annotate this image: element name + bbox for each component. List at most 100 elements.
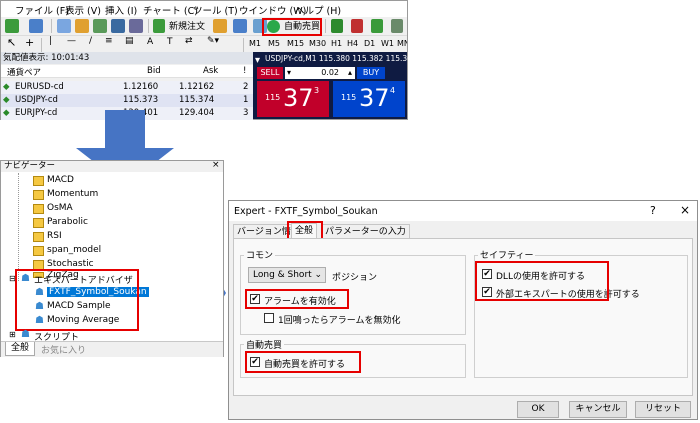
standard-toolbar: 新規注文 自動売買 [1,17,407,36]
sell-price-panel[interactable]: 115 37 3 [257,81,329,117]
row-ask: 115.374 [179,95,215,105]
chevron-down-icon: ⌄ [314,270,322,280]
new-chart-icon[interactable] [5,19,19,33]
close-icon[interactable]: × [212,160,220,170]
indicator-icon [33,232,44,242]
col-ask[interactable]: Ask [203,66,218,76]
horizontal-line-icon[interactable]: — [67,36,76,46]
navigator-icon[interactable] [93,19,107,33]
account-icon[interactable] [233,19,247,33]
data-window-icon[interactable] [75,19,89,33]
tf-h4[interactable]: H4 [347,39,358,48]
tf-d1[interactable]: D1 [364,39,375,48]
channel-icon[interactable]: ≡ [105,36,113,46]
table-row[interactable]: ◆ USDJPY-cd 115.373 115.374 1 [1,94,253,107]
row-symbol: EURUSD-cd [15,82,64,92]
safety-group-label: セイフティー [478,248,536,261]
tf-m15[interactable]: M15 [287,39,304,48]
mt4-main-window: ファイル (F) 表示 (V) 挿入 (I) チャート (C) ツール (T) … [0,0,450,120]
menu-help[interactable]: ヘルプ (H) [295,3,341,17]
nav-indicator-span-model[interactable]: span_model [47,245,101,255]
buy-button[interactable]: BUY [357,67,385,79]
navigator-tabs: 全般 お気に入り [1,341,223,357]
tab-inputs[interactable]: パラメーターの入力 [321,224,410,239]
lot-up-icon[interactable]: ▴ [348,67,352,79]
menu-chart[interactable]: チャート (C) [143,3,198,17]
reset-button[interactable]: リセット [635,401,691,418]
menu-file[interactable]: ファイル (F) [15,3,69,17]
position-label: ポジション [332,273,378,283]
alarm-once-checkbox[interactable] [264,313,274,323]
symbol-icon: ◆ [3,108,10,118]
nav-indicator-momentum[interactable]: Momentum [47,189,98,199]
tf-m1[interactable]: M1 [249,39,261,48]
row-ask: 1.12162 [179,82,215,92]
tf-h1[interactable]: H1 [331,39,342,48]
row-ask: 129.404 [179,108,215,118]
auto-trade-allow-highlight [245,351,361,373]
col-spread[interactable]: ! [243,66,246,76]
row-bid: 115.373 [123,95,159,105]
help-icon[interactable]: ? [650,204,656,217]
menu-insert[interactable]: 挿入 (I) [105,3,137,17]
profiles-icon[interactable] [29,19,43,33]
crosshair-icon[interactable]: + [25,36,34,49]
tab-all[interactable]: 全般 [5,342,36,356]
position-select[interactable]: Long & Short ⌄ [248,267,326,283]
navigator-panel: ナビゲーター × MACD Momentum OsMA Parabolic RS… [0,160,224,357]
shapes-dropdown-icon[interactable]: ✎▾ [207,36,219,46]
nav-indicator-macd[interactable]: MACD [47,175,74,185]
nav-indicator-parabolic[interactable]: Parabolic [47,217,88,227]
menu-tools[interactable]: ツール (T) [193,3,238,17]
row-spread: 2 [243,82,249,92]
dialog-title: Expert - FXTF_Symbol_Soukan [234,206,378,217]
terminal-icon[interactable] [111,19,125,33]
alarm-highlight [245,289,349,309]
new-order-button[interactable]: 新規注文 [169,19,205,32]
row-bid: 1.12160 [123,82,159,92]
chart-one-click-panel: ▾ USDJPY-cd,M1 115.380 115.382 115.367 1… [253,52,450,119]
chart-menu-icon[interactable]: ▾ [255,55,260,66]
col-bid[interactable]: Bid [147,66,161,76]
text-tool-icon[interactable]: A [147,37,153,47]
tf-w1[interactable]: W1 [381,39,394,48]
common-group-label: コモン [244,248,276,261]
menu-view[interactable]: 表示 (V) [65,3,101,17]
row-symbol: EURJPY-cd [15,108,58,118]
nav-indicator-osma[interactable]: OsMA [47,203,73,213]
nav-indicator-stochastic[interactable]: Stochastic [47,259,94,269]
tab-favorites[interactable]: お気に入り [41,343,86,356]
tester-icon[interactable] [129,19,143,33]
auto-trade-group-label: 自動売買 [244,338,285,351]
sell-button[interactable]: SELL [257,67,283,79]
lot-down-icon[interactable]: ▾ [287,67,291,79]
table-row[interactable]: ◆ EURUSD-cd 1.12160 1.12162 2 [1,81,253,94]
fibonacci-icon[interactable]: ▤ [125,36,134,46]
indicator-icon [33,176,44,186]
tf-m5[interactable]: M5 [268,39,280,48]
lot-input[interactable]: ▾ 0.02 ▴ [285,67,355,79]
buy-price-panel[interactable]: 115 37 4 [333,81,405,117]
indicator-icon [33,204,44,214]
nav-indicator-rsi[interactable]: RSI [47,231,62,241]
tf-mn[interactable]: MN [397,39,407,48]
trendline-icon[interactable]: / [89,36,92,46]
zoom-in-icon[interactable] [391,19,403,33]
cursor-icon[interactable]: ↖ [7,36,16,49]
col-symbol[interactable]: 通貨ペア [7,66,41,78]
vertical-line-icon[interactable]: | [49,36,52,46]
candle-chart-icon[interactable] [351,19,363,33]
metaeditor-icon[interactable] [213,19,227,33]
market-watch-icon[interactable] [57,19,71,33]
tf-m30[interactable]: M30 [309,39,326,48]
cancel-button[interactable]: キャンセル [569,401,627,418]
dialog-title-bar: Expert - FXTF_Symbol_Soukan ? × [229,201,697,221]
line-chart-icon[interactable] [371,19,383,33]
ok-button[interactable]: OK [517,401,559,418]
close-icon[interactable]: × [680,203,690,217]
label-tool-icon[interactable]: T [167,37,173,47]
arrow-tool-icon[interactable]: ⇄ [185,36,193,46]
bar-chart-icon[interactable] [331,19,343,33]
expand-icon[interactable]: ⊞ [9,330,16,339]
symbol-icon: ◆ [3,95,10,105]
